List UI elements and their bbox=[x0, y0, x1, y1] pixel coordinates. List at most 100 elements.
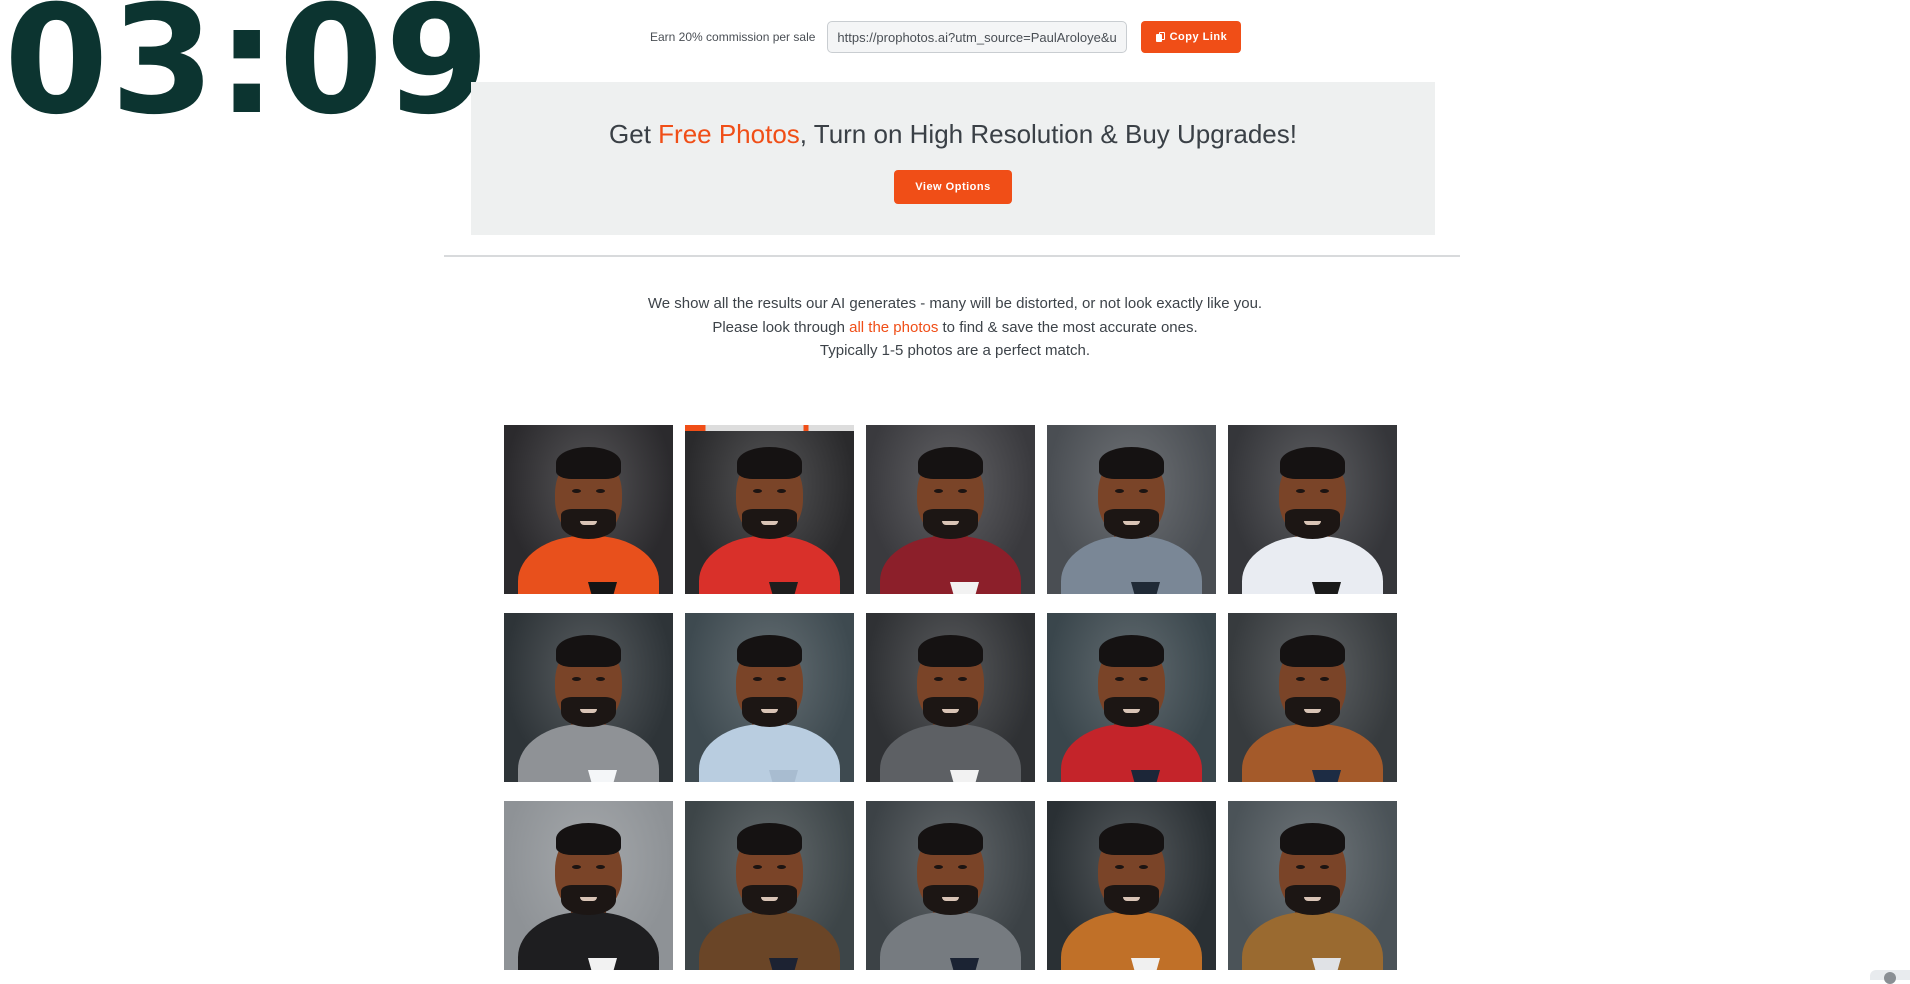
photo-collar bbox=[1312, 582, 1341, 594]
photo-mouth bbox=[580, 709, 597, 713]
photo-hair bbox=[556, 635, 621, 667]
copy-icon bbox=[1155, 32, 1165, 42]
notice-line-2: Please look through all the photos to fi… bbox=[455, 316, 1455, 340]
referral-link-input[interactable] bbox=[827, 21, 1128, 53]
photo-hair bbox=[737, 823, 802, 855]
result-photo[interactable] bbox=[866, 425, 1035, 594]
photo-mouth bbox=[1123, 897, 1140, 901]
photo-collar bbox=[1131, 582, 1160, 594]
all-photos-link[interactable]: all the photos bbox=[849, 319, 938, 336]
result-photo[interactable] bbox=[504, 425, 673, 594]
photo-collar bbox=[1131, 770, 1160, 782]
photo-hair bbox=[1099, 635, 1164, 667]
photo-eye-left bbox=[753, 677, 762, 681]
result-photo[interactable] bbox=[1228, 425, 1397, 594]
photo-collar bbox=[588, 582, 617, 594]
photo-eye-left bbox=[572, 677, 581, 681]
photo-collar bbox=[950, 582, 979, 594]
photo-eye-right bbox=[1139, 489, 1148, 493]
photo-hair bbox=[918, 447, 983, 479]
photo-collar bbox=[769, 582, 798, 594]
photo-eye-right bbox=[777, 489, 786, 493]
result-photo[interactable] bbox=[685, 801, 854, 970]
notice-line-1: We show all the results our AI generates… bbox=[647, 295, 1263, 312]
result-photo[interactable] bbox=[1047, 801, 1216, 970]
timer-overlay: 03:09 bbox=[4, 0, 492, 148]
photo-collar bbox=[1131, 958, 1160, 970]
photo-eye-right bbox=[777, 865, 786, 869]
result-photo[interactable] bbox=[1047, 425, 1216, 594]
photo-eye-left bbox=[1296, 865, 1305, 869]
photo-mouth bbox=[942, 521, 959, 525]
photo-eye-left bbox=[934, 489, 943, 493]
photo-eye-left bbox=[1296, 677, 1305, 681]
photo-mouth bbox=[1304, 897, 1321, 901]
photo-hair bbox=[737, 447, 802, 479]
photo-eye-right bbox=[1139, 677, 1148, 681]
result-photo[interactable] bbox=[866, 801, 1035, 970]
photo-mouth bbox=[761, 521, 778, 525]
photo-mouth bbox=[761, 897, 778, 901]
photo-eye-left bbox=[1115, 677, 1124, 681]
copy-link-button[interactable]: Copy Link bbox=[1141, 21, 1242, 53]
photo-eye-right bbox=[596, 865, 605, 869]
results-notice: We show all the results our AI generates… bbox=[455, 292, 1455, 363]
photo-eye-left bbox=[572, 489, 581, 493]
view-options-button[interactable]: View Options bbox=[894, 170, 1012, 204]
photo-eye-left bbox=[934, 677, 943, 681]
result-photo[interactable] bbox=[685, 425, 854, 594]
banner-title-highlight: Free Photos bbox=[658, 119, 800, 149]
photo-hair bbox=[1280, 447, 1345, 479]
photo-collar bbox=[950, 770, 979, 782]
photo-eye-right bbox=[1139, 865, 1148, 869]
corner-avatar-thumbnail bbox=[1870, 970, 1910, 984]
notice-line-2-prefix: Please look through bbox=[712, 318, 850, 336]
photo-hair bbox=[737, 635, 802, 667]
result-photo[interactable] bbox=[1047, 613, 1216, 782]
photo-collar bbox=[769, 770, 798, 782]
photo-mouth bbox=[1304, 709, 1321, 713]
photo-eye-left bbox=[934, 865, 943, 869]
result-photo[interactable] bbox=[1228, 801, 1397, 970]
photo-hair bbox=[1280, 823, 1345, 855]
photo-mouth bbox=[942, 897, 959, 901]
photo-eye-left bbox=[753, 865, 762, 869]
photo-mouth bbox=[761, 709, 778, 713]
photo-hair bbox=[918, 823, 983, 855]
photo-hair bbox=[918, 635, 983, 667]
photo-eye-right bbox=[958, 677, 967, 681]
photo-hair bbox=[556, 823, 621, 855]
photo-eye-left bbox=[1115, 489, 1124, 493]
result-photo[interactable] bbox=[685, 613, 854, 782]
photo-hair bbox=[1099, 447, 1164, 479]
result-photo[interactable] bbox=[504, 801, 673, 970]
photo-eye-right bbox=[596, 489, 605, 493]
section-divider bbox=[444, 255, 1460, 257]
copy-link-label: Copy Link bbox=[1169, 31, 1228, 43]
result-photo[interactable] bbox=[504, 613, 673, 782]
notice-line-2-suffix: to find & save the most accurate ones. bbox=[938, 318, 1198, 336]
photo-eye-right bbox=[1320, 865, 1329, 869]
photo-eye-left bbox=[572, 865, 581, 869]
photo-eye-left bbox=[1115, 865, 1124, 869]
banner-title: Get Free Photos, Turn on High Resolution… bbox=[471, 82, 1435, 150]
referral-bar: Earn 20% commission per sale Copy Link bbox=[650, 19, 1242, 55]
photo-mouth bbox=[580, 897, 597, 901]
photo-mouth bbox=[580, 521, 597, 525]
photo-collar bbox=[588, 958, 617, 970]
photo-eye-left bbox=[753, 489, 762, 493]
photo-collar bbox=[769, 958, 798, 970]
photo-hair bbox=[1099, 823, 1164, 855]
photo-mouth bbox=[942, 709, 959, 713]
photo-eye-right bbox=[1320, 489, 1329, 493]
photo-eye-left bbox=[1296, 489, 1305, 493]
upgrade-banner: Get Free Photos, Turn on High Resolution… bbox=[471, 82, 1435, 235]
result-photo[interactable] bbox=[1228, 613, 1397, 782]
commission-label: Earn 20% commission per sale bbox=[650, 30, 816, 44]
result-photo[interactable] bbox=[866, 613, 1035, 782]
photo-collar bbox=[1312, 770, 1341, 782]
photo-mouth bbox=[1123, 521, 1140, 525]
banner-title-suffix: , Turn on High Resolution & Buy Upgrades… bbox=[799, 119, 1297, 149]
photo-hair bbox=[1280, 635, 1345, 667]
photo-eye-right bbox=[958, 489, 967, 493]
